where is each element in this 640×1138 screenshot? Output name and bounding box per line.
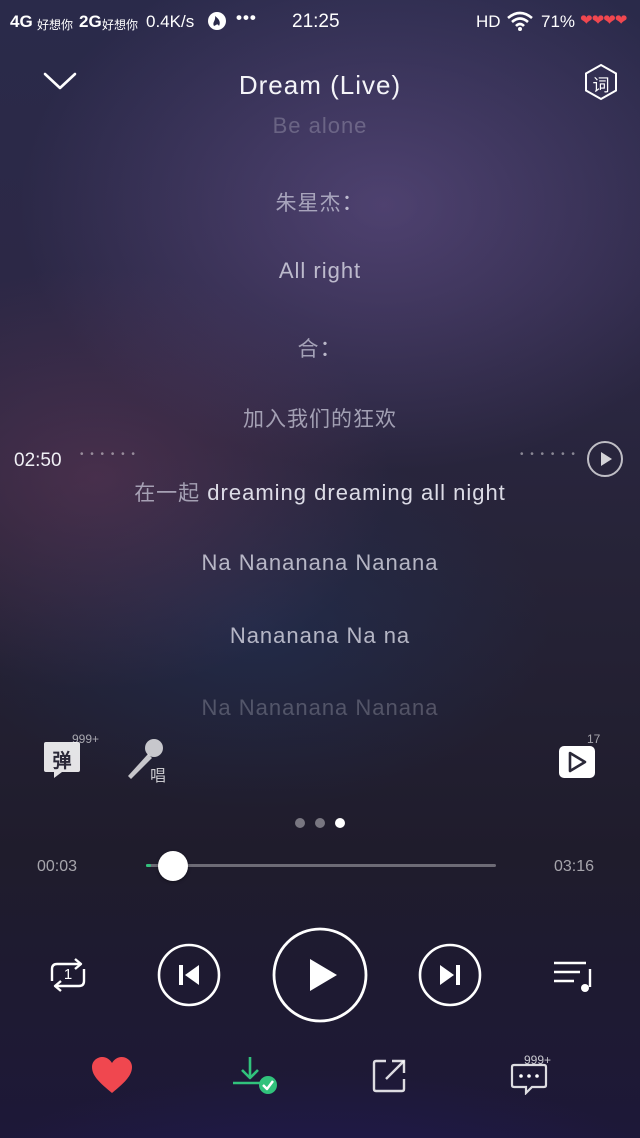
carrier-2: 好想你 — [102, 18, 139, 32]
page-dot-active — [335, 818, 345, 828]
page-dot — [315, 818, 325, 828]
hd-voice-indicator: HD — [476, 12, 501, 31]
lyric-line: 加入我们的狂欢 — [243, 408, 397, 431]
current-time: 00:03 — [37, 858, 78, 875]
network-speed: 0.4K/s — [146, 12, 195, 31]
total-time: 03:16 — [554, 858, 595, 875]
page-dot — [295, 818, 305, 828]
clock: 21:25 — [292, 11, 340, 32]
lyric-line: Be alone — [272, 113, 368, 138]
battery-level: 71% — [541, 12, 576, 31]
next-track-button[interactable] — [418, 943, 482, 1007]
comment-count-badge: 999+ — [524, 1053, 552, 1067]
lyric-line-current: 在一起 dreaming dreaming all night — [134, 480, 506, 505]
danmaku-button[interactable]: 弹 999+ — [42, 732, 99, 780]
danmaku-label: 弹 — [52, 751, 72, 772]
comments-button[interactable]: 999+ — [508, 1053, 552, 1099]
share-button[interactable] — [370, 1055, 410, 1099]
lyrics-panel[interactable]: Be alone 朱星杰： All right 合： 加入我们的狂欢 在一起 d… — [0, 105, 640, 725]
repeat-one-button[interactable]: 1 — [44, 955, 92, 995]
lyric-line: Nananana Na na — [229, 623, 411, 648]
page-indicator — [0, 815, 640, 833]
lyric-settings-button[interactable]: 词 — [582, 63, 620, 101]
video-count-badge: 17 — [587, 732, 601, 746]
seek-guide-dots: • • • • • • — [520, 449, 577, 460]
battery-hearts-icon: ❤❤❤❤ — [580, 12, 627, 29]
lyric-line: 合： — [297, 336, 343, 361]
network-type-1: 4G — [10, 12, 33, 31]
lyric-settings-label: 词 — [592, 76, 610, 95]
music-video-button[interactable]: 17 — [557, 732, 600, 780]
carrier-1: 好想你 — [37, 18, 74, 32]
status-bar: 4G 好想你 2G 好想你 0.4K/s ••• 21:25 HD 71% ❤❤… — [0, 0, 640, 46]
progress-fill — [146, 864, 151, 867]
playlist-button[interactable] — [550, 955, 596, 995]
favorite-button[interactable] — [90, 1055, 134, 1099]
lyric-line: 朱星杰： — [275, 190, 365, 215]
network-type-2: 2G — [79, 12, 102, 31]
lyric-line: Na Nananana Nanana — [201, 695, 439, 720]
danmaku-count-badge: 999+ — [72, 732, 100, 746]
collapse-chevron-icon[interactable] — [40, 66, 80, 96]
lyric-line: All right — [278, 258, 362, 283]
lyric-seek-time: 02:50 — [14, 450, 62, 471]
progress-thumb[interactable] — [158, 851, 188, 881]
repeat-one-number: 1 — [63, 966, 73, 983]
play-button[interactable] — [271, 926, 369, 1024]
wifi-icon — [506, 10, 534, 32]
progress-track[interactable] — [146, 864, 496, 867]
downloaded-button[interactable] — [230, 1055, 280, 1099]
karaoke-label: 唱 — [150, 768, 167, 785]
seek-guide-dots: • • • • • • — [80, 449, 137, 460]
karaoke-button[interactable]: 唱 — [122, 738, 172, 785]
play-from-lyric-button[interactable] — [586, 440, 624, 478]
lyric-line: Na Nananana Nanana — [201, 550, 439, 575]
app-notification-icon — [207, 10, 227, 32]
previous-track-button[interactable] — [157, 943, 221, 1007]
song-title: Dream (Live) — [238, 70, 402, 100]
more-notifications-icon: ••• — [236, 8, 257, 27]
